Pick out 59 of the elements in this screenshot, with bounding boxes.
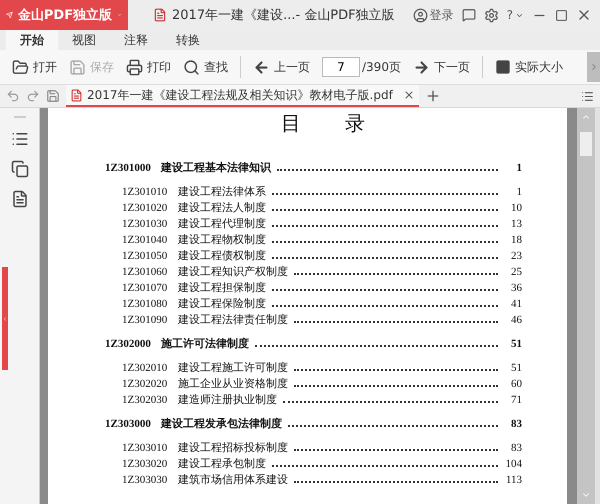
page-number-field[interactable]: 7 — [322, 57, 360, 77]
ribbon-tab[interactable]: 转换 — [162, 30, 214, 50]
toc-entry: 1Z302000 施工许可法律制度 51 — [104, 336, 522, 352]
pdf-file-icon — [70, 88, 83, 102]
page-heading: 录 — [345, 112, 365, 137]
app-menu-button[interactable]: 金山PDF独立版 — [0, 0, 128, 30]
toc-entry: 1Z302030 建造师注册执业制度 71 — [121, 392, 522, 408]
outline-icon[interactable] — [10, 130, 28, 148]
document-tab[interactable]: 2017年一建《建设工程法规及相关知识》教材电子版.pdf — [66, 85, 419, 107]
toc-entry: 1Z301050 建设工程债权制度 23 — [121, 248, 522, 264]
scrollbar-thumb[interactable] — [580, 132, 592, 156]
save-icon — [69, 58, 86, 76]
toc-entry: 1Z301080 建设工程保险制度 41 — [121, 296, 522, 312]
ribbon-tab[interactable]: 视图 — [58, 30, 110, 50]
window-title: 2017年一建《建设...- 金山PDF独立版 — [172, 7, 395, 24]
toc-entry: 1Z301060 建设工程知识产权制度 25 — [121, 264, 522, 280]
page-total: /390页 — [362, 58, 401, 76]
new-tab-icon[interactable] — [424, 88, 441, 104]
search-icon — [183, 58, 200, 76]
page-heading: 目 — [281, 112, 301, 137]
arrow-left-icon — [2, 316, 8, 322]
thumbnails-icon[interactable] — [10, 160, 28, 178]
printer-icon — [126, 58, 143, 76]
message-icon[interactable] — [462, 8, 476, 22]
toc-entry: 1Z302010 建设工程施工许可制度 51 — [121, 360, 522, 376]
scrollbar[interactable] — [577, 108, 595, 504]
square-icon — [494, 59, 511, 75]
sidebar-toggle[interactable] — [2, 267, 8, 370]
pdf-file-icon — [153, 8, 167, 22]
previous-page-button[interactable]: 上一页 — [253, 58, 310, 76]
toc-entry: 1Z303010 建设工程招标投标制度 83 — [121, 440, 522, 456]
settings-icon[interactable] — [484, 8, 499, 22]
toc-entry: 1Z301020 建设工程法人制度 10 — [121, 200, 522, 216]
maximize-icon[interactable] — [555, 8, 568, 22]
login-button[interactable]: 登录 — [412, 6, 454, 24]
toolbar-button[interactable]: 查找 — [183, 58, 228, 76]
toc-entry: 1Z301090 建设工程法律责任制度 46 — [121, 312, 522, 328]
toc-entry: 1Z301000 建设工程基本法律知识 1 — [104, 160, 522, 176]
convert-icon[interactable] — [10, 190, 28, 208]
toc-entry: 1Z301010 建设工程法律体系 1 — [121, 184, 522, 200]
actual-size-button[interactable]: 实际大小 — [494, 58, 563, 76]
folder-icon — [12, 58, 29, 76]
ribbon-tab[interactable]: 开始 — [6, 30, 58, 50]
toc-entry: 1Z303020 建设工程承包制度 104 — [121, 456, 522, 472]
user-icon — [412, 8, 428, 22]
next-page-button[interactable]: 下一页 — [412, 58, 470, 76]
toc-entry: 1Z301070 建设工程担保制度 36 — [121, 280, 522, 296]
toc-entry: 1Z301030 建设工程代理制度 13 — [121, 216, 522, 232]
ribbon-tab[interactable]: 注释 — [110, 30, 162, 50]
toolbar-button[interactable]: 打印 — [126, 58, 171, 76]
toc-entry: 1Z303000 建设工程发承包法律制度 83 — [104, 416, 522, 432]
save-icon[interactable] — [46, 89, 60, 103]
toolbar-button[interactable]: 打开 — [12, 58, 57, 76]
help-button[interactable]: ? — [506, 8, 524, 22]
toc-entry: 1Z303030 建筑市场信用体系建设 113 — [121, 472, 522, 488]
close-tab-icon[interactable] — [402, 89, 415, 101]
tab-list-icon[interactable] — [581, 90, 594, 102]
toc-entry: 1Z302020 施工企业从业资格制度 60 — [121, 376, 522, 392]
toc-entry: 1Z301040 建设工程物权制度 18 — [121, 232, 522, 248]
